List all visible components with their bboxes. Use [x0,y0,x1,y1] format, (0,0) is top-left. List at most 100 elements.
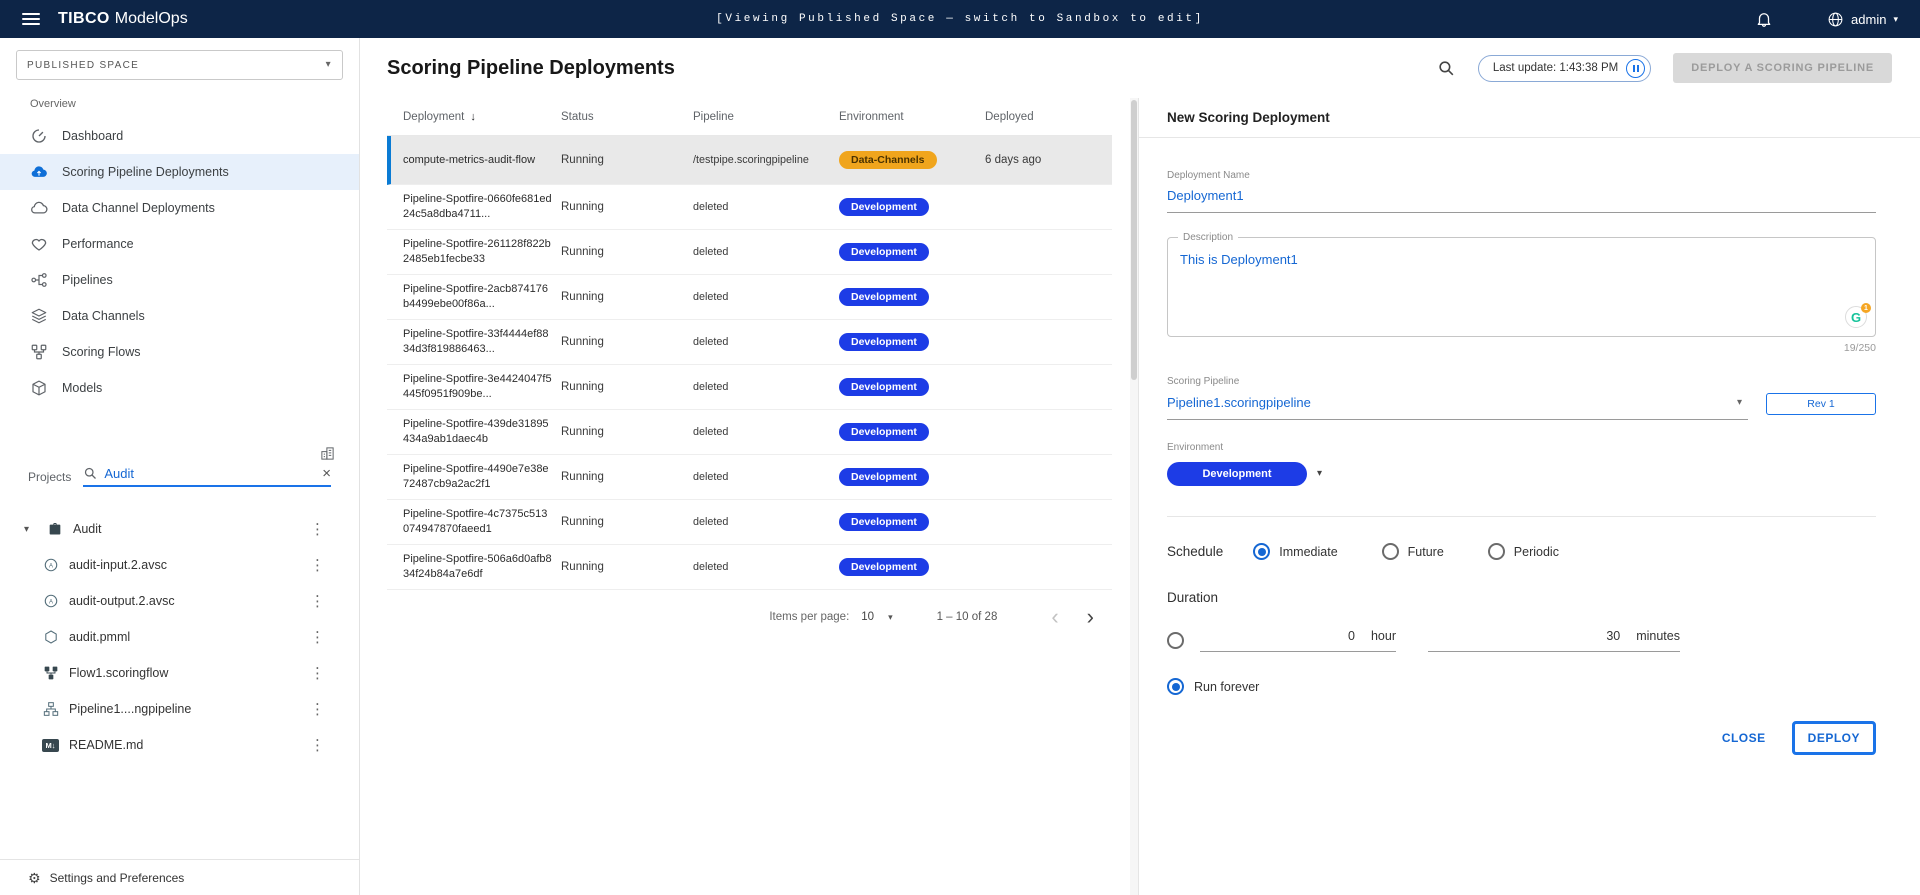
table-row[interactable]: Pipeline-Spotfire-0660fe681ed24c5a8dba47… [387,185,1112,230]
run-forever-option[interactable]: Run forever [1167,678,1876,695]
tree-file[interactable]: audit.pmml ⋮ [0,619,359,655]
table-row[interactable]: compute-metrics-audit-flow Running /test… [387,136,1112,185]
chevron-down-icon[interactable]: ▾ [1317,469,1322,479]
minutes-input[interactable]: 30 minutes [1428,629,1680,652]
table-row[interactable]: Pipeline-Spotfire-261128f822b2485eb1fecb… [387,230,1112,275]
column-environment[interactable]: Environment [839,111,985,123]
revision-button[interactable]: Rev 1 [1766,393,1876,415]
table-row[interactable]: Pipeline-Spotfire-33f4444ef8834d3f819886… [387,320,1112,365]
divider [1167,516,1876,517]
markdown-file-icon [42,737,59,754]
environment-badge: Development [839,198,929,216]
items-per-page-select[interactable]: 10 ▾ [861,611,892,623]
table-row[interactable]: Pipeline-Spotfire-3e4424047f5445f0951f90… [387,365,1112,410]
deploy-scoring-pipeline-button[interactable]: DEPLOY A SCORING PIPELINE [1673,53,1892,83]
close-button[interactable]: CLOSE [1722,731,1766,745]
environment-select[interactable]: Development [1167,462,1307,486]
column-deployment[interactable]: Deployment↓ [403,111,561,123]
table-row[interactable]: Pipeline-Spotfire-506a6d0afb834f24b84a7e… [387,545,1112,590]
deployment-pipeline: deleted [693,336,839,348]
table-row[interactable]: Pipeline-Spotfire-4490e7e38e72487cb9a2ac… [387,455,1112,500]
notifications-bell-icon[interactable] [1755,10,1773,28]
table-row[interactable]: Pipeline-Spotfire-2acb874176b4499ebe00f8… [387,275,1112,320]
settings-item[interactable]: ⚙ Settings and Preferences [0,859,359,895]
kebab-menu-icon[interactable]: ⋮ [306,592,329,610]
deployment-deployed: 6 days ago [985,154,1112,166]
column-pipeline[interactable]: Pipeline [693,111,839,123]
deployment-status: Running [561,201,693,213]
space-selector[interactable]: PUBLISHED SPACE ▾ [16,50,343,80]
environment-badge: Development [839,558,929,576]
next-page-icon[interactable]: › [1073,606,1108,628]
deployment-status: Running [561,154,693,166]
project-briefcase-icon [46,521,63,538]
description-label: Description [1178,232,1238,243]
schedule-option-future[interactable]: Future [1382,543,1444,560]
table-row[interactable]: Pipeline-Spotfire-4c7375c513074947870fae… [387,500,1112,545]
kebab-menu-icon[interactable]: ⋮ [306,736,329,754]
kebab-menu-icon[interactable]: ⋮ [306,700,329,718]
user-menu[interactable]: admin ▾ [1827,11,1898,28]
previous-page-icon[interactable]: ‹ [1037,606,1072,628]
projects-search-input[interactable] [104,466,316,481]
sidebar-item-scoring-flows[interactable]: Scoring Flows [0,334,359,370]
sidebar-item-models[interactable]: Models [0,370,359,406]
tree-file[interactable]: Pipeline1....ngpipeline ⋮ [0,691,359,727]
flow-icon [30,343,48,361]
deployment-name: Pipeline-Spotfire-506a6d0afb834f24b84a7e… [403,552,561,582]
scrollbar-thumb[interactable] [1131,100,1137,380]
menu-icon[interactable] [22,13,40,25]
column-deployed[interactable]: Deployed [985,111,1112,123]
scoring-pipeline-select[interactable]: Pipeline1.scoringpipeline ▾ [1167,389,1748,420]
pause-icon[interactable] [1626,59,1645,78]
grammarly-icon[interactable]: G1 [1845,306,1867,328]
table-row[interactable]: Pipeline-Spotfire-439de31895434a9ab1daec… [387,410,1112,455]
description-field[interactable]: Description This is Deployment1 G1 [1167,237,1876,337]
kebab-menu-icon[interactable]: ⋮ [306,556,329,574]
deployment-name: Pipeline-Spotfire-439de31895434a9ab1daec… [403,417,561,447]
tree-file[interactable]: README.md ⋮ [0,727,359,763]
scoring-pipeline-field: Scoring Pipeline Pipeline1.scoringpipeli… [1167,376,1876,420]
tree-folder-audit[interactable]: ▾ Audit ⋮ [0,511,359,547]
hour-input[interactable]: 0 hour [1200,629,1396,652]
duration-radio[interactable] [1167,632,1184,649]
sidebar-item-performance[interactable]: Performance [0,226,359,262]
tree-file[interactable]: A audit-input.2.avsc ⋮ [0,547,359,583]
sidebar-item-data-channel-deployments[interactable]: Data Channel Deployments [0,190,359,226]
main-scrollbar[interactable] [1130,98,1138,895]
sidebar-item-pipelines[interactable]: Pipelines [0,262,359,298]
kebab-menu-icon[interactable]: ⋮ [306,520,329,538]
cloud-upload-icon [30,163,48,181]
tree-file[interactable]: A audit-output.2.avsc ⋮ [0,583,359,619]
chevron-down-icon[interactable]: ▾ [24,524,36,535]
new-project-icon[interactable] [320,446,335,461]
tree-file[interactable]: Flow1.scoringflow ⋮ [0,655,359,691]
deployment-name-input[interactable]: Deployment1 [1167,181,1876,213]
clear-search-icon[interactable]: × [322,466,331,481]
schedule-option-periodic[interactable]: Periodic [1488,543,1559,560]
sidebar: PUBLISHED SPACE ▾ Overview Dashboard Sco… [0,38,360,895]
schedule-option-immediate[interactable]: Immediate [1253,543,1337,560]
layers-icon [30,307,48,325]
kebab-menu-icon[interactable]: ⋮ [306,664,329,682]
sidebar-item-dashboard[interactable]: Dashboard [0,118,359,154]
sidebar-item-data-channels[interactable]: Data Channels [0,298,359,334]
sidebar-nav: Dashboard Scoring Pipeline Deployments D… [0,118,359,406]
last-update-pill[interactable]: Last update: 1:43:38 PM [1478,55,1651,82]
file-name: audit-output.2.avsc [69,594,175,608]
schedule-field: Schedule Immediate Future Periodic [1167,543,1876,560]
deployment-status: Running [561,471,693,483]
column-status[interactable]: Status [561,111,693,123]
description-input[interactable]: This is Deployment1 [1180,252,1863,267]
chevron-down-icon: ▾ [888,613,893,622]
deployment-pipeline: /testpipe.scoringpipeline [693,154,839,166]
deployment-status: Running [561,291,693,303]
deployment-name-field: Deployment Name Deployment1 [1167,170,1876,213]
deploy-button[interactable]: DEPLOY [1792,721,1876,755]
deployment-name: Pipeline-Spotfire-4c7375c513074947870fae… [403,507,561,537]
projects-section: Projects × ▾ Audit ⋮ A audit-input.2.avs… [0,448,359,763]
user-name: admin [1851,12,1886,27]
kebab-menu-icon[interactable]: ⋮ [306,628,329,646]
search-icon[interactable] [1437,59,1456,78]
sidebar-item-scoring-pipeline-deployments[interactable]: Scoring Pipeline Deployments [0,154,359,190]
